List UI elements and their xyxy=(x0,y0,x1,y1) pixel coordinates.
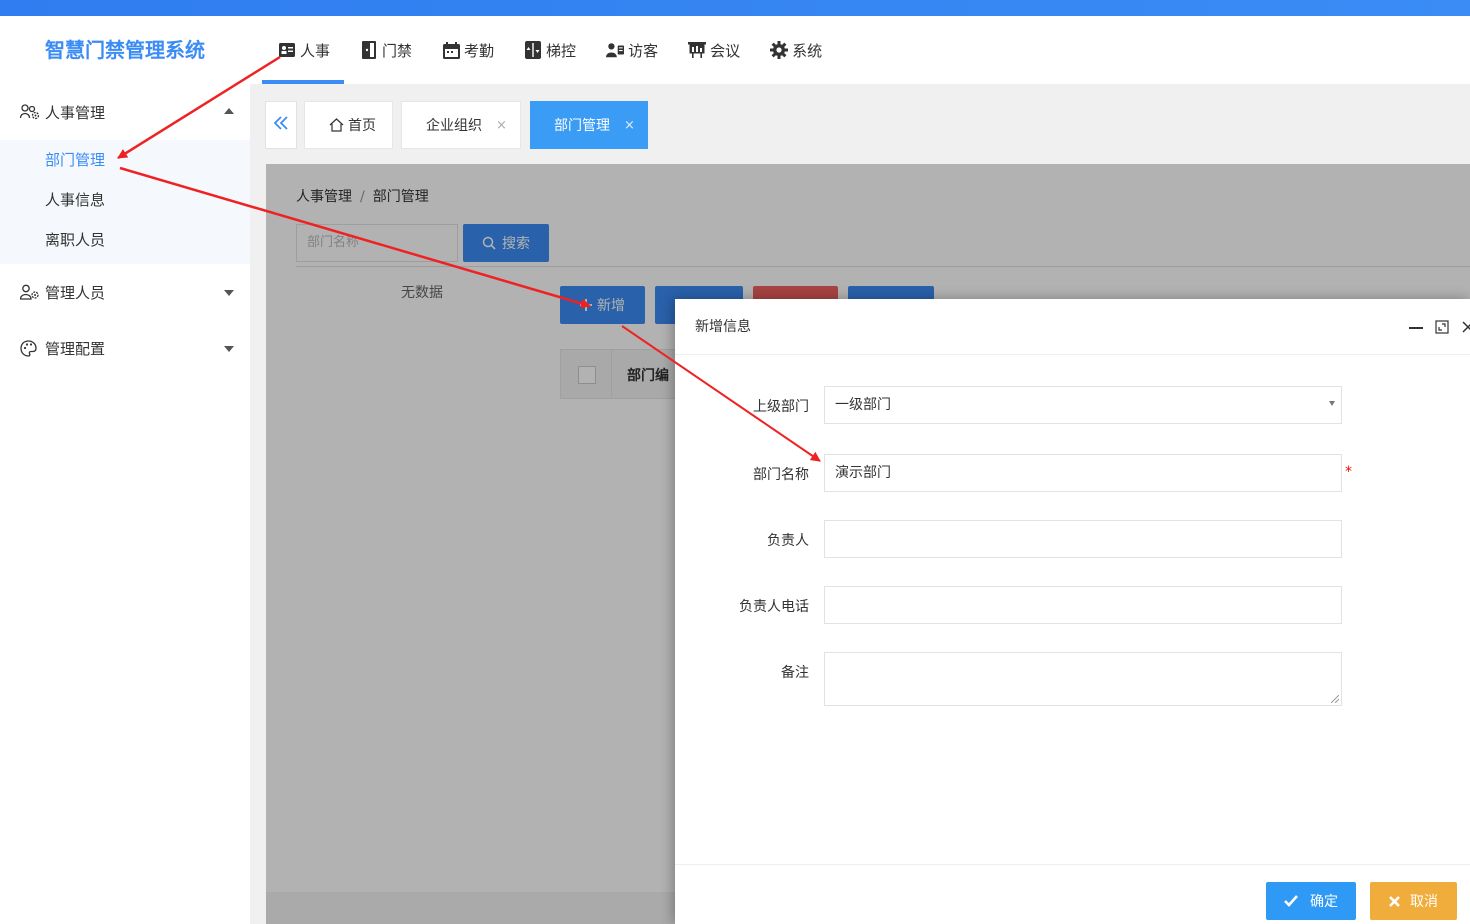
parent-dept-select[interactable]: 一级部门 xyxy=(824,386,1342,424)
sidebar: 人事管理 部门管理 人事信息 离职人员 管理人员 管理配置 xyxy=(0,84,250,924)
cancel-button[interactable]: 取消 xyxy=(1370,882,1457,920)
required-mark: * xyxy=(1345,464,1352,480)
top-accent-bar xyxy=(0,0,1470,16)
topnav-attendance[interactable]: 考勤 xyxy=(426,16,508,84)
owner-label: 负责人 xyxy=(767,533,809,549)
topnav-access[interactable]: 门禁 xyxy=(344,16,426,84)
check-icon xyxy=(1284,895,1298,907)
app-title: 智慧门禁管理系统 xyxy=(45,38,205,62)
collapse-sidebar-button[interactable] xyxy=(265,101,297,149)
tab-department[interactable]: 部门管理 × xyxy=(530,101,648,149)
remark-textarea[interactable] xyxy=(824,652,1342,706)
top-nav: 人事 门禁 考勤 梯控 访客 会议 系统 xyxy=(262,16,836,84)
confirm-button[interactable]: 确定 xyxy=(1266,882,1356,920)
tab-enterprise-org[interactable]: 企业组织 × xyxy=(401,101,521,149)
dialog-title: 新增信息 xyxy=(675,299,1470,355)
topnav-system[interactable]: 系统 xyxy=(754,16,836,84)
header: 智慧门禁管理系统 人事 门禁 考勤 梯控 访客 会议 系统 xyxy=(0,16,1470,84)
tab-home[interactable]: 首页 xyxy=(304,101,393,149)
topnav-personnel[interactable]: 人事 xyxy=(262,16,345,84)
dialog-footer: 确定 取消 xyxy=(675,864,1470,924)
sidebar-group-label: 管理配置 xyxy=(45,339,106,358)
topnav-label: 考勤 xyxy=(464,41,495,60)
tab-label: 首页 xyxy=(348,118,376,134)
presentation-icon xyxy=(688,41,707,59)
parent-dept-value: 一级部门 xyxy=(835,397,891,413)
sidebar-submenu-personnel: 部门管理 人事信息 离职人员 xyxy=(0,140,250,264)
close-icon[interactable]: × xyxy=(624,118,635,133)
chevron-down-icon xyxy=(1329,401,1335,406)
home-icon xyxy=(329,118,344,132)
remark-label: 备注 xyxy=(781,665,809,681)
topnav-label: 梯控 xyxy=(546,41,577,60)
cancel-button-label: 取消 xyxy=(1410,894,1438,910)
topnav-label: 人事 xyxy=(300,41,331,60)
user-gear-icon xyxy=(20,283,40,301)
caret-up-icon xyxy=(224,108,234,114)
sidebar-item-personnel-info[interactable]: 人事信息 xyxy=(0,180,250,220)
visitor-icon xyxy=(606,41,625,59)
topnav-meeting[interactable]: 会议 xyxy=(672,16,754,84)
palette-icon xyxy=(20,339,40,357)
elevator-icon xyxy=(524,41,542,59)
resize-grip-icon[interactable] xyxy=(1331,695,1339,703)
dept-name-input[interactable]: 演示部门 xyxy=(824,454,1342,492)
sidebar-group-config[interactable]: 管理配置 xyxy=(0,320,250,376)
caret-down-icon xyxy=(224,290,234,296)
gear-icon xyxy=(770,41,789,59)
users-gear-icon xyxy=(20,103,40,121)
topnav-label: 门禁 xyxy=(382,41,413,60)
add-department-dialog: 新增信息 上级部门 一级部门 部门名称 演示部门 * 负责人 负责人电话 备注 xyxy=(675,299,1470,924)
sidebar-item-department[interactable]: 部门管理 xyxy=(0,140,250,180)
owner-phone-input[interactable] xyxy=(824,586,1342,624)
sidebar-group-label: 人事管理 xyxy=(45,103,106,122)
topnav-label: 访客 xyxy=(628,41,659,60)
calendar-icon xyxy=(442,41,460,59)
minimize-icon[interactable] xyxy=(1406,317,1426,337)
topnav-label: 系统 xyxy=(792,41,823,60)
tabs-bar: 首页 企业组织 × 部门管理 × xyxy=(250,84,1470,164)
parent-dept-label: 上级部门 xyxy=(753,399,809,415)
door-icon xyxy=(360,41,378,59)
topnav-visitor[interactable]: 访客 xyxy=(590,16,672,84)
topnav-label: 会议 xyxy=(710,41,741,60)
tab-label: 企业组织 xyxy=(426,118,482,134)
close-icon[interactable]: × xyxy=(496,118,507,133)
x-icon xyxy=(1389,895,1400,907)
tab-label: 部门管理 xyxy=(554,118,610,134)
sidebar-group-personnel[interactable]: 人事管理 xyxy=(0,84,250,140)
owner-input[interactable] xyxy=(824,520,1342,558)
caret-down-icon xyxy=(224,346,234,352)
sidebar-item-resigned[interactable]: 离职人员 xyxy=(0,220,250,260)
owner-phone-label: 负责人电话 xyxy=(739,599,809,615)
double-chevron-left-icon xyxy=(273,115,289,135)
sidebar-group-label: 管理人员 xyxy=(45,283,106,302)
maximize-icon[interactable] xyxy=(1432,317,1452,337)
close-icon[interactable] xyxy=(1458,317,1470,337)
id-card-icon xyxy=(278,41,296,59)
confirm-button-label: 确定 xyxy=(1310,894,1338,910)
dept-name-label: 部门名称 xyxy=(753,467,809,483)
topnav-elevator[interactable]: 梯控 xyxy=(508,16,590,84)
sidebar-group-admins[interactable]: 管理人员 xyxy=(0,264,250,320)
